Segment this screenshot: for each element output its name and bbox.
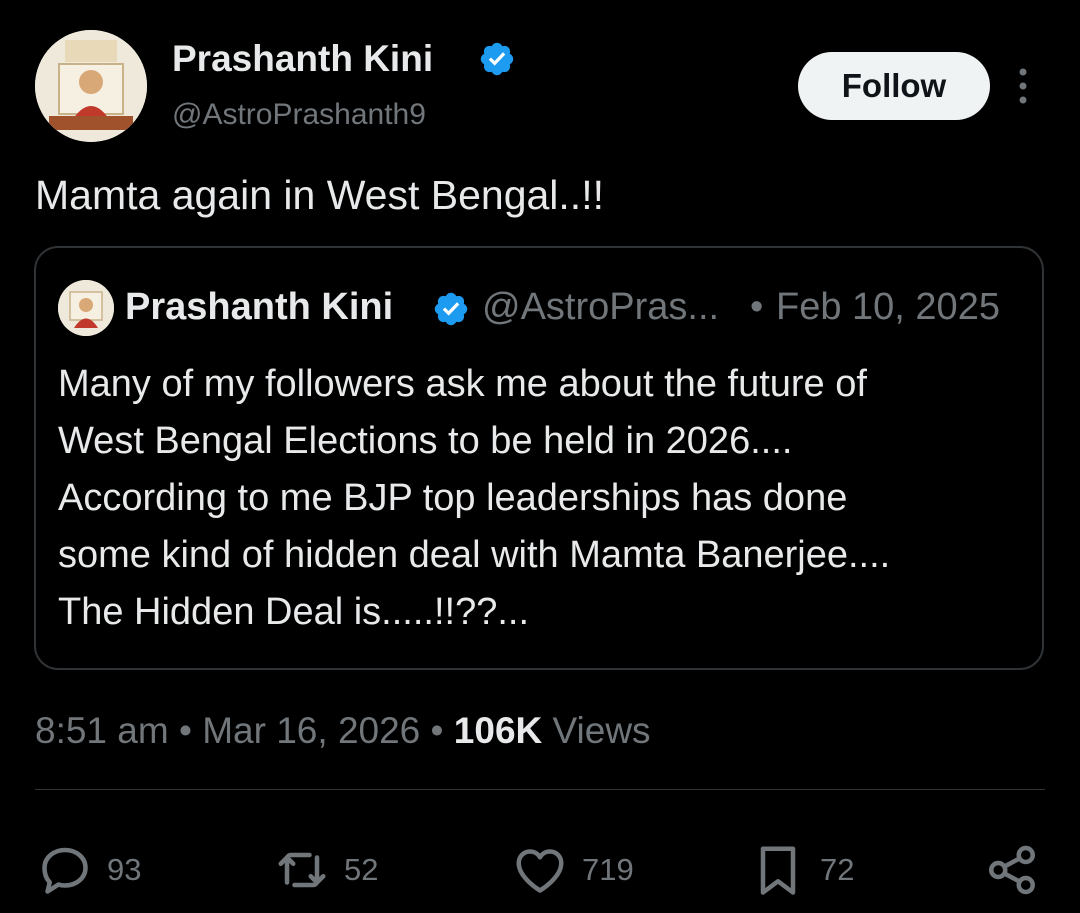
tweet-date[interactable]: Mar 16, 2026 (202, 710, 420, 751)
divider (35, 789, 1045, 790)
quoted-date: Feb 10, 2025 (776, 286, 1000, 328)
repost-icon (278, 852, 326, 888)
reply-button[interactable]: 93 (35, 840, 141, 900)
like-count: 719 (582, 852, 634, 887)
views-label: Views (552, 710, 651, 751)
quoted-tweet-text: Many of my followers ask me about the fu… (58, 356, 1028, 641)
bookmark-button[interactable]: 72 (748, 840, 854, 900)
share-icon (989, 845, 1035, 895)
author-name[interactable]: Prashanth Kini (172, 38, 433, 80)
verified-badge-icon (434, 292, 468, 326)
reply-icon (42, 847, 88, 894)
reply-count: 93 (107, 852, 142, 887)
share-button[interactable] (982, 840, 1042, 900)
like-button[interactable]: 719 (510, 840, 634, 900)
bookmark-count: 72 (820, 852, 855, 887)
more-vertical-icon[interactable] (1008, 64, 1038, 108)
tweet-meta: 8:51 am • Mar 16, 2026 • 106K Views (35, 710, 651, 752)
quoted-text-line: According to me BJP top leaderships has … (58, 477, 848, 519)
repost-button[interactable]: 52 (272, 840, 378, 900)
quoted-separator: • (750, 286, 764, 328)
meta-separator: • (178, 710, 192, 751)
views-count: 106K (453, 710, 543, 751)
author-avatar[interactable] (35, 30, 147, 142)
quoted-text-line: some kind of hidden deal with Mamta Bane… (58, 534, 891, 576)
quoted-author-avatar (58, 280, 114, 336)
author-handle[interactable]: @AstroPrashanth9 (172, 98, 426, 132)
heart-icon (516, 849, 564, 893)
quoted-text-line: West Bengal Elections to be held in 2026… (58, 420, 793, 462)
follow-button[interactable]: Follow (798, 52, 990, 120)
bookmark-icon (760, 846, 796, 895)
quoted-text-line: Many of my followers ask me about the fu… (58, 363, 867, 405)
tweet-text: Mamta again in West Bengal..!! (35, 172, 604, 218)
quoted-text-line: The Hidden Deal is.....!!??... (58, 591, 530, 633)
meta-separator: • (430, 710, 444, 751)
quoted-author-name: Prashanth Kini (125, 286, 394, 328)
quoted-author-handle: @AstroPras... (482, 286, 720, 328)
tweet-time[interactable]: 8:51 am (35, 710, 169, 751)
verified-badge-icon (480, 42, 514, 76)
repost-count: 52 (344, 852, 379, 887)
